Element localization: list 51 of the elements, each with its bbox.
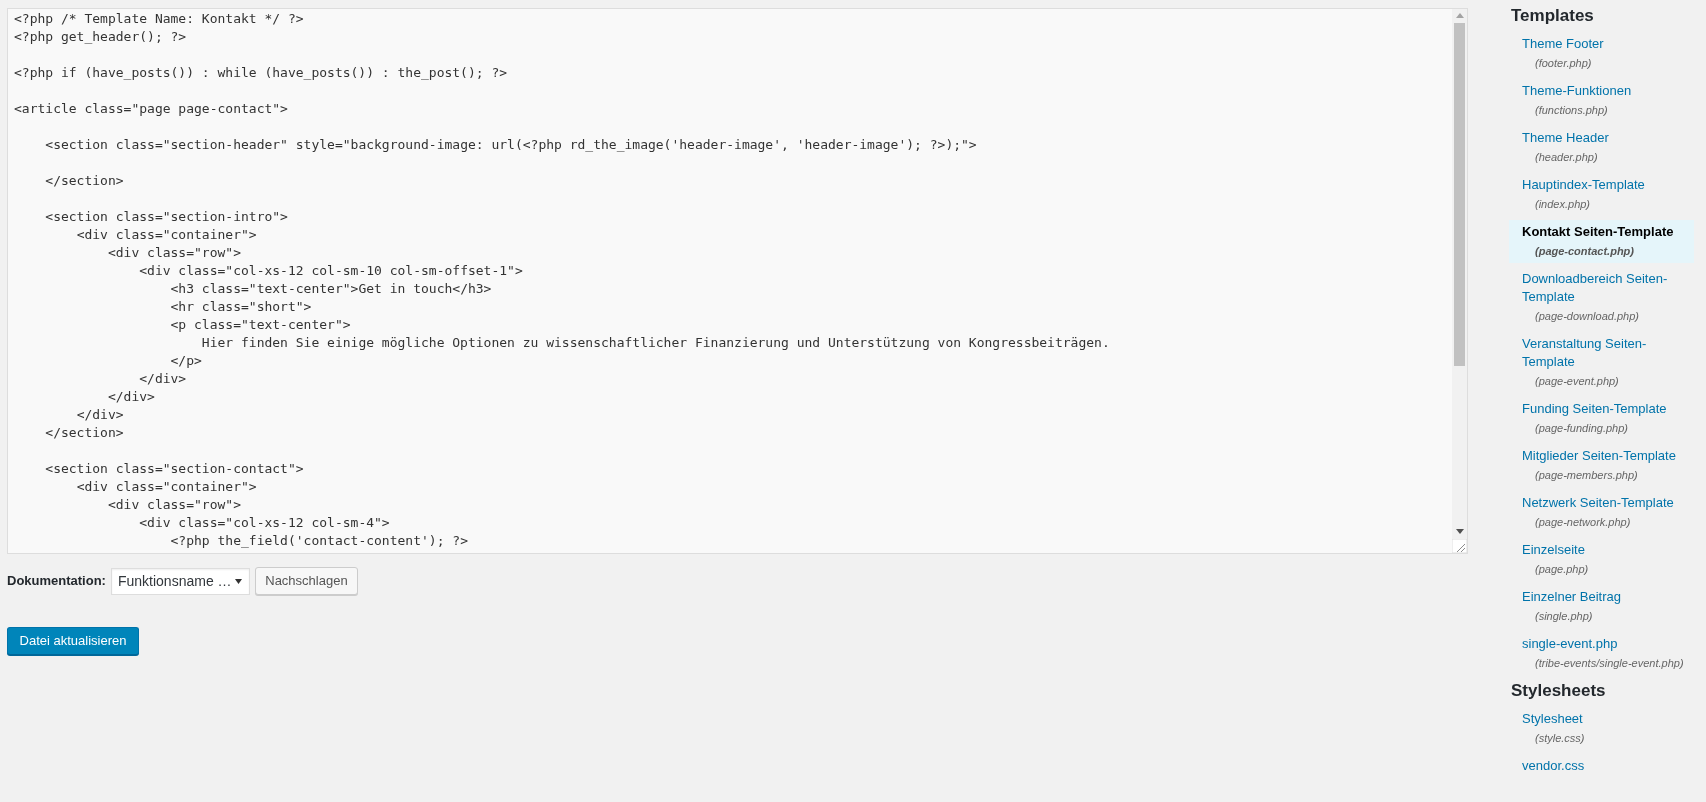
template-link[interactable]: Stylesheet (style.css) [1509,707,1694,750]
resize-handle-icon[interactable] [1452,539,1467,553]
code-line: <?php /* Template Name: Kontakt */ ?> [14,10,304,28]
template-link[interactable]: Kontakt Seiten-Template (page-contact.php) [1509,220,1694,263]
code-line: <?php if (have_posts()) : while (have_posts()) : the_post(); ?> [14,64,508,82]
code-line: <article class="page page-contact"> [14,100,288,118]
template-link[interactable]: Downloadbereich Seiten-Template (page-download.php) [1509,267,1694,328]
template-link[interactable]: Mitglieder Seiten-Template (page-members.php) [1509,444,1694,487]
section-heading: Templates [1510,5,1594,27]
template-link[interactable]: Einzelner Beitrag (single.php) [1509,585,1694,628]
code-line: <div class="col-xs-12 col-sm-10 col-sm-offset-1"> [139,262,523,280]
code-line: <hr class="short"> [170,298,312,316]
code-line: </section> [45,172,124,190]
template-link[interactable]: single-event.php (tribe-events/single-event.php) [1509,632,1694,675]
template-link[interactable]: Einzelseite (page.php) [1509,538,1694,581]
scrollbar-thumb[interactable] [1454,23,1465,366]
scrollbar[interactable] [1452,9,1467,553]
caret-icon [234,578,242,584]
code-line: <section class="section-intro"> [45,208,288,226]
code-line: <h3 class="text-center">Get in touch</h3> [170,280,492,298]
code-line: Hier finden Sie einige mögliche Optionen zu wissenschaftlicher Finanzierung und Unterstützung von Kongressbeiträgen. [201,334,1110,352]
code-line: </p> [170,352,202,370]
section-heading: Stylesheets [1510,680,1606,702]
code-line: <?php the_field('contact-content'); ?> [170,532,468,550]
template-link[interactable]: Hauptindex-Template (index.php) [1509,173,1694,216]
code-line: </section> [45,424,124,442]
template-link[interactable]: Funding Seiten-Template (page-funding.php) [1509,397,1694,440]
template-link[interactable]: vendor.css [1509,754,1694,778]
documentation-label: Dokumentation: [7,572,106,591]
code-line: <div class="container"> [76,478,257,496]
code-line: </div> [76,406,124,424]
code-line: <div class="row"> [107,244,241,262]
code-line: </div> [107,388,155,406]
update-file-button[interactable]: Datei aktualisieren [7,627,139,655]
template-link[interactable]: Theme-Funktionen (functions.php) [1509,79,1694,122]
code-line: </div> [139,370,187,388]
lookup-button[interactable]: Nachschlagen [254,567,358,595]
template-link[interactable]: Theme Footer (footer.php) [1509,32,1694,75]
template-link[interactable]: Netzwerk Seiten-Template (page-network.php) [1509,491,1694,534]
code-line: <div class="container"> [76,226,257,244]
scroll-up-arrow-icon[interactable] [1455,13,1464,18]
code-line: <section class="section-header" style="background-image: url(<?php rd_the_image('header-image', 'header-image'); ?>);"> [45,136,977,154]
code-line: <?php get_header(); ?> [14,28,187,46]
template-link[interactable]: Theme Header (header.php) [1509,126,1694,169]
function-select[interactable]: Funktionsname … [110,567,250,595]
template-link[interactable]: Veranstaltung Seiten-Template (page-event.php) [1509,332,1694,393]
code-line: <div class="col-xs-12 col-sm-4"> [139,514,390,532]
code-line: <div class="row"> [107,496,241,514]
code-line: <p class="text-center"> [170,316,351,334]
code-line: <section class="section-contact"> [45,460,304,478]
scroll-down-arrow-icon[interactable] [1455,529,1464,534]
